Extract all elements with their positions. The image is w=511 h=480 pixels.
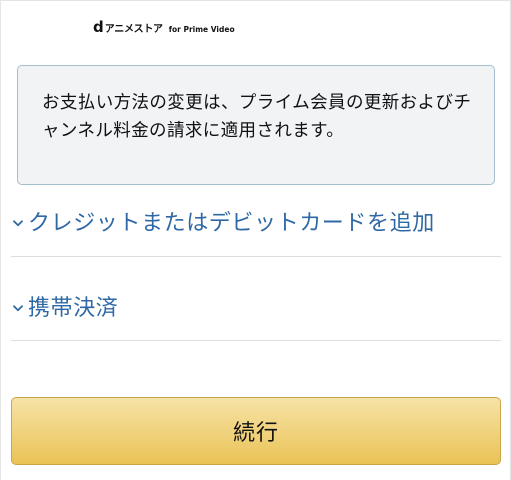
brand-logo-subtitle: for Prime Video: [168, 25, 235, 34]
add-card-option-label: クレジットまたはデビットカードを追加: [28, 211, 435, 236]
divider: [11, 256, 501, 257]
mobile-payment-option[interactable]: 携帯決済: [11, 288, 501, 324]
chevron-down-icon: [11, 301, 25, 315]
brand-logo-d: d: [93, 18, 104, 36]
chevron-down-icon: [11, 216, 25, 230]
mobile-payment-option-label: 携帯決済: [28, 296, 119, 321]
payment-change-notice: お支払い方法の変更は、プライム会員の更新およびチャンネル料金の請求に適用されます…: [17, 65, 495, 185]
brand-logo-name: アニメストア: [104, 24, 163, 35]
add-card-option[interactable]: クレジットまたはデビットカードを追加: [11, 203, 501, 239]
notice-text: お支払い方法の変更は、プライム会員の更新およびチャンネル料金の請求に適用されます…: [42, 93, 472, 141]
brand-logo: d アニメストア for Prime Video: [93, 20, 235, 38]
divider: [11, 340, 501, 341]
payment-method-page: d アニメストア for Prime Video お支払い方法の変更は、プライム…: [0, 0, 511, 480]
continue-button-label: 続行: [232, 421, 279, 446]
continue-button[interactable]: 続行: [11, 397, 501, 465]
